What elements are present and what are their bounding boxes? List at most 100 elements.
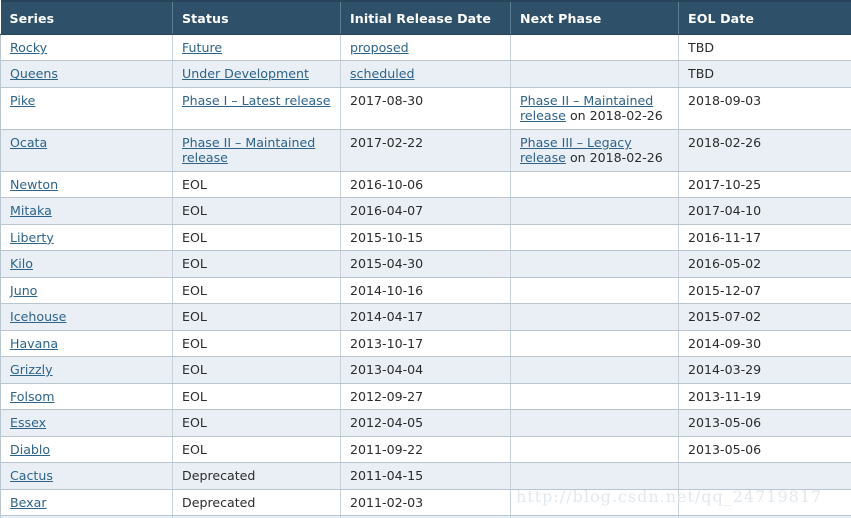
cell-status: EOL: [172, 356, 341, 384]
table-row: Grizzly EOL 2013-04-04 2014-03-29: [0, 356, 851, 384]
status-link[interactable]: Phase I – Latest release: [182, 93, 330, 108]
cell-initial-release-date: 2016-04-07: [340, 197, 511, 225]
table-row: Havana EOL 2013-10-17 2014-09-30: [0, 330, 851, 358]
cell-eol-date-value: TBD: [688, 66, 715, 82]
cell-status: Phase I – Latest release: [172, 87, 341, 130]
releases-table-container: Series Status Initial Release Date Next …: [0, 0, 851, 518]
table-row: Folsom EOL 2012-09-27 2013-11-19: [0, 383, 851, 411]
table-row: Essex EOL 2012-04-05 2013-05-06: [0, 409, 851, 437]
series-link[interactable]: Icehouse: [10, 309, 66, 324]
cell-initial-release-date-value: 2014-10-16: [350, 282, 424, 298]
cell-eol-date: 2013-05-06: [678, 436, 851, 464]
cell-initial-release-date: 2014-04-17: [340, 303, 511, 331]
column-header-status[interactable]: Status: [172, 0, 341, 35]
cell-eol-date: [678, 489, 851, 517]
cell-eol-date: 2015-07-02: [678, 303, 851, 331]
series-link[interactable]: Ocata: [10, 135, 47, 150]
cell-status-value: EOL: [182, 441, 207, 457]
cell-eol-date: 2013-11-19: [678, 383, 851, 411]
series-link[interactable]: Essex: [10, 415, 46, 430]
cell-next-phase: [510, 303, 679, 331]
cell-initial-release-date: 2013-04-04: [340, 356, 511, 384]
cell-initial-release-date-value: 2015-04-30: [350, 256, 424, 272]
series-link[interactable]: Queens: [10, 66, 58, 81]
series-link[interactable]: Kilo: [10, 256, 33, 271]
cell-initial-release-date: 2011-02-03: [340, 489, 511, 517]
cell-series: Grizzly: [0, 356, 173, 384]
series-link[interactable]: Pike: [10, 93, 35, 108]
series-link[interactable]: Liberty: [10, 230, 54, 245]
cell-eol-date-value: 2017-04-10: [688, 203, 762, 219]
series-link[interactable]: Newton: [10, 177, 58, 192]
cell-initial-release-date-value: 2013-10-17: [350, 335, 424, 351]
cell-status: Under Development: [172, 60, 341, 88]
cell-series: Pike: [0, 87, 173, 130]
cell-next-phase: [510, 330, 679, 358]
series-link[interactable]: Rocky: [10, 40, 47, 55]
cell-status: Future: [172, 34, 341, 62]
cell-status: EOL: [172, 330, 341, 358]
initial-release-link[interactable]: proposed: [350, 40, 409, 55]
table-row: Liberty EOL 2015-10-15 2016-11-17: [0, 224, 851, 252]
table-row: Bexar Deprecated 2011-02-03: [0, 489, 851, 517]
cell-initial-release-date-value: 2016-04-07: [350, 203, 424, 219]
cell-eol-date-value: 2014-09-30: [688, 335, 762, 351]
cell-initial-release-date-value: 2016-10-06: [350, 176, 424, 192]
initial-release-link[interactable]: scheduled: [350, 66, 414, 81]
column-header-next-phase[interactable]: Next Phase: [510, 0, 679, 35]
series-link[interactable]: Bexar: [10, 495, 47, 510]
table-row: Ocata Phase II – Maintained release 2017-0…: [0, 129, 851, 172]
cell-next-phase: [510, 171, 679, 199]
table-row: Mitaka EOL 2016-04-07 2017-04-10: [0, 197, 851, 225]
status-link[interactable]: Phase II – Maintained release: [182, 135, 315, 165]
status-link[interactable]: Future: [182, 40, 222, 55]
cell-eol-date-value: 2014-03-29: [688, 362, 762, 378]
cell-initial-release-date: 2014-10-16: [340, 277, 511, 305]
cell-initial-release-date-value: 2011-02-03: [350, 494, 424, 510]
column-header-initial-release-date[interactable]: Initial Release Date: [340, 0, 511, 35]
cell-eol-date: 2018-09-03: [678, 87, 851, 130]
cell-initial-release-date: 2017-02-22: [340, 129, 511, 172]
cell-next-phase: [510, 60, 679, 88]
series-link[interactable]: Havana: [10, 336, 58, 351]
cell-eol-date: [678, 462, 851, 490]
cell-initial-release-date: 2015-10-15: [340, 224, 511, 252]
cell-series: Juno: [0, 277, 173, 305]
cell-initial-release-date-value: 2011-09-22: [350, 441, 424, 457]
cell-initial-release-date-value: 2012-04-05: [350, 415, 424, 431]
cell-status-value: EOL: [182, 415, 207, 431]
cell-initial-release-date: scheduled: [340, 60, 511, 88]
series-link[interactable]: Juno: [10, 283, 37, 298]
table-row: Newton EOL 2016-10-06 2017-10-25: [0, 171, 851, 199]
series-link[interactable]: Mitaka: [10, 203, 52, 218]
cell-eol-date: TBD: [678, 60, 851, 88]
cell-status-value: EOL: [182, 362, 207, 378]
cell-series: Bexar: [0, 489, 173, 517]
cell-next-phase-suffix: on 2018-02-26: [565, 108, 663, 124]
cell-next-phase: [510, 250, 679, 278]
series-link[interactable]: Cactus: [10, 468, 53, 483]
cell-eol-date: 2014-09-30: [678, 330, 851, 358]
cell-eol-date: 2017-10-25: [678, 171, 851, 199]
cell-status-value: EOL: [182, 176, 207, 192]
series-link[interactable]: Folsom: [10, 389, 55, 404]
column-header-eol-date[interactable]: EOL Date: [678, 0, 851, 35]
column-header-series[interactable]: Series: [0, 0, 173, 35]
status-link[interactable]: Under Development: [182, 66, 309, 81]
cell-eol-date-value: 2015-12-07: [688, 282, 762, 298]
cell-next-phase: [510, 277, 679, 305]
cell-series: Kilo: [0, 250, 173, 278]
cell-status: Deprecated: [172, 489, 341, 517]
cell-status-value: EOL: [182, 388, 207, 404]
cell-status: EOL: [172, 197, 341, 225]
cell-eol-date-value: 2013-05-06: [688, 415, 762, 431]
cell-eol-date: 2014-03-29: [678, 356, 851, 384]
cell-eol-date-value: 2016-05-02: [688, 256, 762, 272]
series-link[interactable]: Grizzly: [10, 362, 53, 377]
cell-initial-release-date: 2015-04-30: [340, 250, 511, 278]
cell-eol-date-value: TBD: [688, 40, 715, 55]
cell-next-phase: Phase II – Maintained release on 2018-02…: [510, 87, 679, 130]
series-link[interactable]: Diablo: [10, 442, 50, 457]
cell-status-value: Deprecated: [182, 494, 256, 510]
cell-status: EOL: [172, 436, 341, 464]
